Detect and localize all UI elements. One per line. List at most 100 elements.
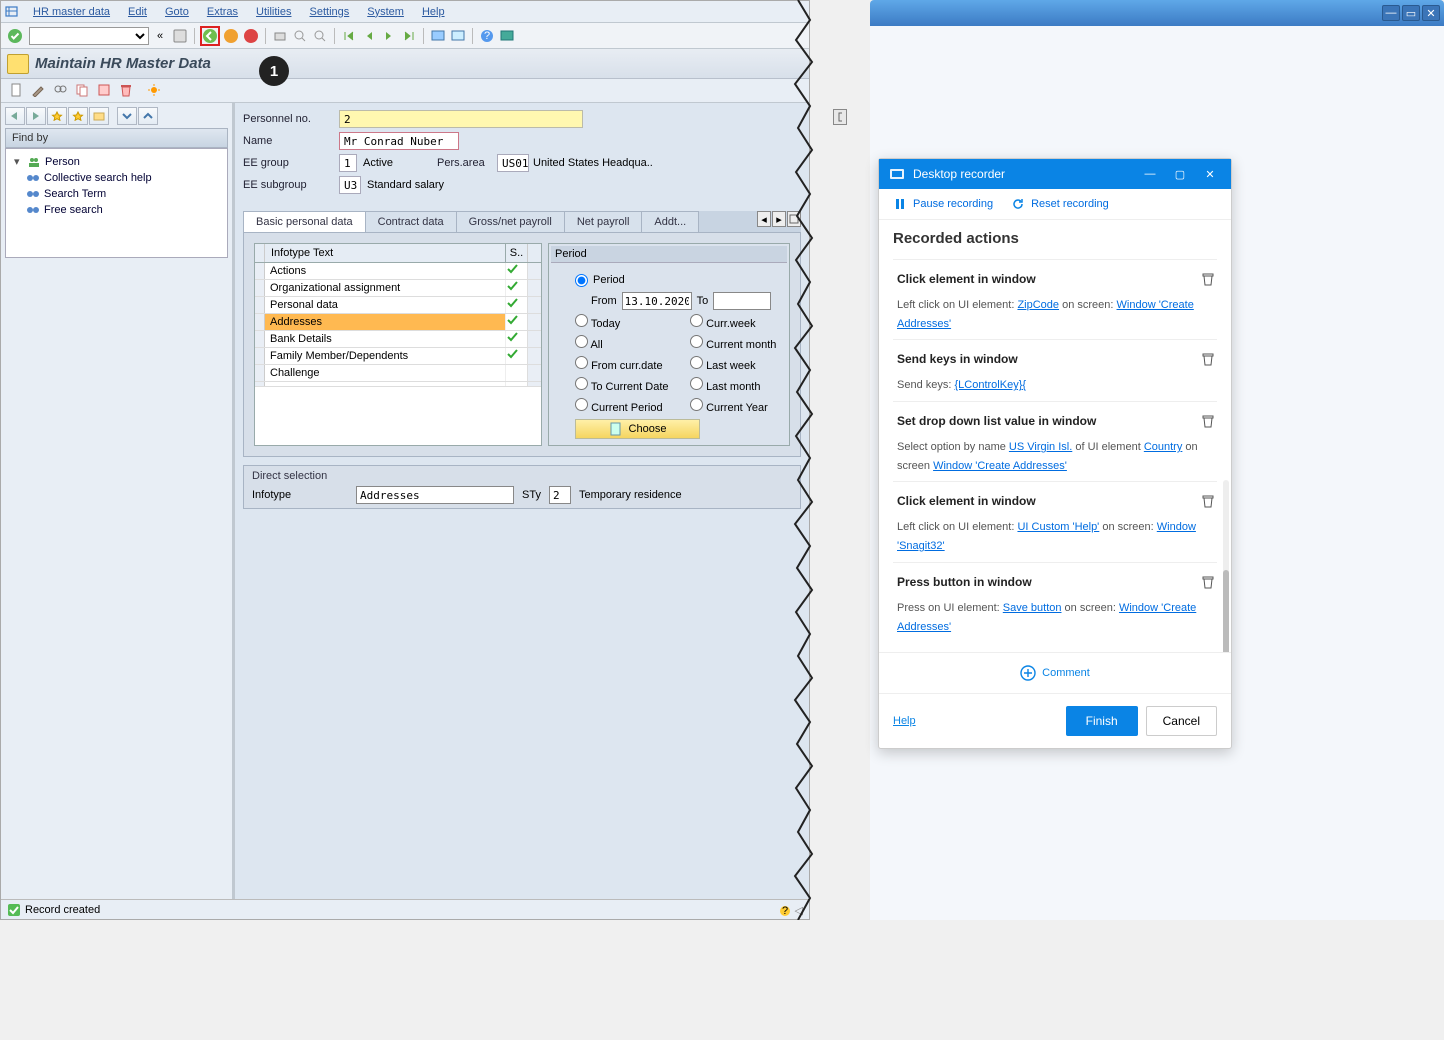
last-page-icon[interactable]	[400, 27, 418, 45]
infotype-row[interactable]: Challenge	[255, 365, 541, 382]
tab-list-icon[interactable]	[787, 211, 801, 227]
radio-current-period[interactable]	[575, 398, 588, 411]
display-icon[interactable]	[53, 83, 69, 99]
radio-last-month[interactable]	[690, 377, 703, 390]
tab-scroll-left-icon[interactable]: ◂	[757, 211, 771, 227]
copy-icon[interactable]	[75, 83, 91, 99]
tree-item-free-search[interactable]: Free search	[10, 202, 223, 218]
tree-fav-icon[interactable]	[47, 107, 67, 125]
radio-all[interactable]	[575, 335, 588, 348]
radio-period[interactable]	[575, 274, 588, 287]
menu-hr-master-data[interactable]: HR master data	[25, 3, 118, 21]
sty-field[interactable]	[549, 486, 571, 504]
status-help-icon[interactable]: ?	[779, 905, 791, 917]
new-session-icon[interactable]	[429, 27, 447, 45]
infotype-row[interactable]: Actions	[255, 263, 541, 280]
recorder-scrollbar[interactable]	[1223, 480, 1229, 652]
infotype-row[interactable]: Addresses	[255, 314, 541, 331]
recorded-action-card[interactable]: Send keys in windowSend keys: {LControlK…	[893, 339, 1217, 401]
menu-goto[interactable]: Goto	[157, 3, 197, 21]
enter-icon[interactable]	[7, 28, 23, 44]
delete-icon[interactable]	[119, 83, 135, 99]
find-next-icon[interactable]	[311, 27, 329, 45]
recorder-help-link[interactable]: Help	[893, 715, 916, 727]
infotype-row[interactable]: Family Member/Dependents	[255, 348, 541, 365]
infotype-row[interactable]: Organizational assignment	[255, 280, 541, 297]
menu-help[interactable]: Help	[414, 3, 453, 21]
win-restore-icon[interactable]: ▭	[1402, 5, 1420, 21]
shortcut-icon[interactable]	[449, 27, 467, 45]
create-icon[interactable]	[9, 83, 25, 99]
radio-today[interactable]	[575, 314, 588, 327]
to-date-field[interactable]	[713, 292, 771, 310]
tree-expand-icon[interactable]	[138, 107, 158, 125]
recorded-action-card[interactable]: Set drop down list value in windowSelect…	[893, 401, 1217, 481]
tree-folder-icon[interactable]	[89, 107, 109, 125]
delimit-icon[interactable]	[97, 83, 113, 99]
help-btn-icon[interactable]: ?	[478, 27, 496, 45]
delete-action-icon[interactable]	[1201, 272, 1215, 286]
tab-scroll-right-icon[interactable]: ▸	[772, 211, 786, 227]
object-tree[interactable]: ▾ Person Collective search help Search T…	[5, 148, 228, 258]
tab-gross-net-payroll[interactable]: Gross/net payroll	[456, 211, 565, 232]
tab-contract-data[interactable]: Contract data	[365, 211, 457, 232]
radio-current-month[interactable]	[690, 335, 703, 348]
tree-item-collective[interactable]: Collective search help	[10, 170, 223, 186]
menu-edit[interactable]: Edit	[120, 3, 155, 21]
add-comment-row[interactable]: Comment	[879, 652, 1231, 693]
recorder-minimize-icon[interactable]: ―	[1139, 163, 1161, 185]
pause-recording-button[interactable]: Pause recording	[893, 197, 993, 211]
infotype-row[interactable]: Personal data	[255, 297, 541, 314]
radio-current-year[interactable]	[690, 398, 703, 411]
tree-collapse-icon[interactable]	[117, 107, 137, 125]
reset-recording-button[interactable]: Reset recording	[1011, 197, 1109, 211]
tab-net-payroll[interactable]: Net payroll	[564, 211, 643, 232]
infotype-col-status[interactable]: S..	[505, 244, 527, 262]
exit-icon[interactable]	[222, 27, 240, 45]
tab-addt-[interactable]: Addt...	[641, 211, 699, 232]
recorded-action-card[interactable]: Click element in windowLeft click on UI …	[893, 481, 1217, 561]
back-button-highlighted[interactable]	[200, 26, 220, 46]
print-icon[interactable]	[271, 27, 289, 45]
tree-nav-back-icon[interactable]	[5, 107, 25, 125]
next-page-icon[interactable]	[380, 27, 398, 45]
pers-no-field[interactable]	[339, 110, 583, 128]
choose-button[interactable]: Choose	[575, 419, 700, 439]
save-icon[interactable]	[171, 27, 189, 45]
recorder-maximize-icon[interactable]: ▢	[1169, 163, 1191, 185]
delete-action-icon[interactable]	[1201, 494, 1215, 508]
win-close-icon[interactable]: ✕	[1422, 5, 1440, 21]
cancel-icon[interactable]	[242, 27, 260, 45]
pers-no-search-help-icon[interactable]	[833, 109, 847, 125]
radio-last-week[interactable]	[690, 356, 703, 369]
win-minimize-icon[interactable]: ―	[1382, 5, 1400, 21]
from-date-field[interactable]	[622, 292, 692, 310]
radio-curr-week[interactable]	[690, 314, 703, 327]
tree-nav-fwd-icon[interactable]	[26, 107, 46, 125]
tree-item-search-term[interactable]: Search Term	[10, 186, 223, 202]
prev-page-icon[interactable]	[360, 27, 378, 45]
delete-action-icon[interactable]	[1201, 414, 1215, 428]
radio-from-curr-date[interactable]	[575, 356, 588, 369]
infotype-field[interactable]	[356, 486, 514, 504]
menu-utilities[interactable]: Utilities	[248, 3, 299, 21]
tree-root-person[interactable]: ▾ Person	[10, 153, 223, 170]
finish-button[interactable]: Finish	[1066, 706, 1138, 736]
first-page-icon[interactable]	[340, 27, 358, 45]
menu-settings[interactable]: Settings	[302, 3, 358, 21]
layout-icon[interactable]	[498, 27, 516, 45]
recorder-close-icon[interactable]: ✕	[1199, 163, 1221, 185]
recorded-action-card[interactable]: Click element in windowLeft click on UI …	[893, 259, 1217, 339]
delete-action-icon[interactable]	[1201, 352, 1215, 366]
change-icon[interactable]	[31, 83, 47, 99]
expand-combo-icon[interactable]: «	[151, 27, 169, 45]
status-menu-icon[interactable]: ◁	[795, 904, 803, 917]
infotype-row[interactable]	[255, 382, 541, 387]
command-field[interactable]	[29, 27, 149, 45]
recorded-action-card[interactable]: Press button in windowPress on UI elemen…	[893, 562, 1217, 642]
cancel-button[interactable]: Cancel	[1146, 706, 1217, 736]
overview-icon[interactable]	[147, 83, 163, 99]
infotype-row[interactable]: Bank Details	[255, 331, 541, 348]
tree-fav2-icon[interactable]	[68, 107, 88, 125]
menu-system[interactable]: System	[359, 3, 412, 21]
